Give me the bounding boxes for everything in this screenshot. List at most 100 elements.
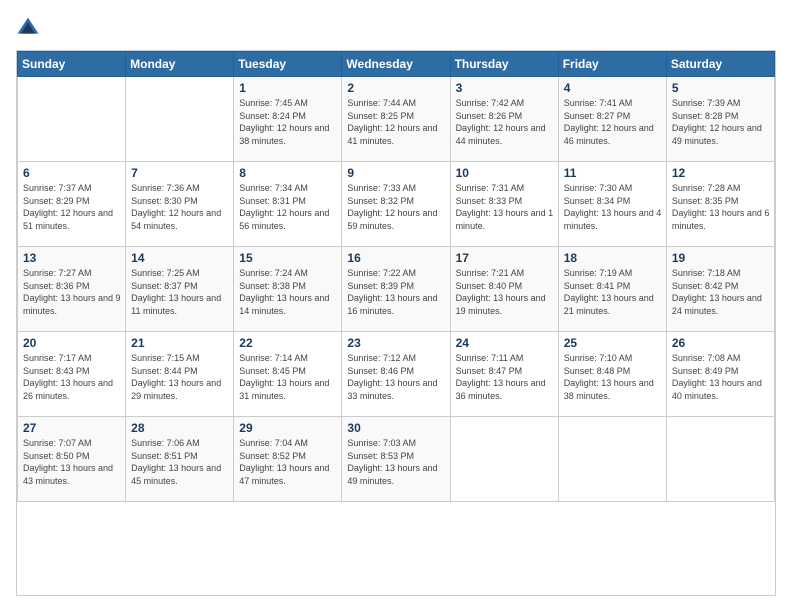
day-info: Sunrise: 7:39 AMSunset: 8:28 PMDaylight:… [672, 97, 770, 147]
day-number: 17 [456, 251, 554, 265]
day-cell: 10Sunrise: 7:31 AMSunset: 8:33 PMDayligh… [450, 162, 558, 247]
day-number: 25 [564, 336, 662, 350]
day-number: 13 [23, 251, 121, 265]
day-number: 29 [239, 421, 337, 435]
day-number: 9 [347, 166, 445, 180]
day-number: 2 [347, 81, 445, 95]
day-info: Sunrise: 7:08 AMSunset: 8:49 PMDaylight:… [672, 352, 770, 402]
day-info: Sunrise: 7:11 AMSunset: 8:47 PMDaylight:… [456, 352, 554, 402]
day-number: 15 [239, 251, 337, 265]
day-cell [450, 417, 558, 502]
day-info: Sunrise: 7:07 AMSunset: 8:50 PMDaylight:… [23, 437, 121, 487]
logo [16, 16, 44, 40]
day-cell: 30Sunrise: 7:03 AMSunset: 8:53 PMDayligh… [342, 417, 450, 502]
day-cell: 26 Sunrise: 7:08 AMSunset: 8:49 PMDayligh… [666, 332, 774, 417]
day-cell: 25 Sunrise: 7:10 AMSunset: 8:48 PMDayligh… [558, 332, 666, 417]
day-cell: 3Sunrise: 7:42 AMSunset: 8:26 PMDaylight… [450, 77, 558, 162]
day-number: 19 [672, 251, 770, 265]
day-cell: 20 Sunrise: 7:17 AMSunset: 8:43 PMDayligh… [18, 332, 126, 417]
day-info: Sunrise: 7:19 AMSunset: 8:41 PMDaylight:… [564, 267, 662, 317]
day-number: 22 [239, 336, 337, 350]
day-info: Sunrise: 7:14 AMSunset: 8:45 PMDaylight:… [239, 352, 337, 402]
week-row-3: 20 Sunrise: 7:17 AMSunset: 8:43 PMDayligh… [18, 332, 775, 417]
day-cell: 29 Sunrise: 7:04 AMSunset: 8:52 PMDayligh… [234, 417, 342, 502]
weekday-tuesday: Tuesday [234, 52, 342, 77]
day-info: Sunrise: 7:33 AMSunset: 8:32 PMDaylight:… [347, 182, 445, 232]
day-cell: 23Sunrise: 7:12 AMSunset: 8:46 PMDayligh… [342, 332, 450, 417]
week-row-4: 27 Sunrise: 7:07 AMSunset: 8:50 PMDayligh… [18, 417, 775, 502]
day-cell [18, 77, 126, 162]
day-info: Sunrise: 7:30 AMSunset: 8:34 PMDaylight:… [564, 182, 662, 232]
calendar: SundayMondayTuesdayWednesdayThursdayFrid… [16, 50, 776, 596]
day-number: 27 [23, 421, 121, 435]
day-info: Sunrise: 7:15 AMSunset: 8:44 PMDaylight:… [131, 352, 229, 402]
logo-icon [16, 16, 40, 40]
day-number: 20 [23, 336, 121, 350]
day-info: Sunrise: 7:17 AMSunset: 8:43 PMDaylight:… [23, 352, 121, 402]
day-cell [126, 77, 234, 162]
day-cell: 8Sunrise: 7:34 AMSunset: 8:31 PMDaylight… [234, 162, 342, 247]
weekday-header: SundayMondayTuesdayWednesdayThursdayFrid… [18, 52, 775, 77]
week-row-2: 13 Sunrise: 7:27 AMSunset: 8:36 PMDayligh… [18, 247, 775, 332]
week-row-1: 6 Sunrise: 7:37 AMSunset: 8:29 PMDaylight… [18, 162, 775, 247]
day-number: 18 [564, 251, 662, 265]
weekday-thursday: Thursday [450, 52, 558, 77]
day-info: Sunrise: 7:03 AMSunset: 8:53 PMDaylight:… [347, 437, 445, 487]
day-info: Sunrise: 7:42 AMSunset: 8:26 PMDaylight:… [456, 97, 554, 147]
day-info: Sunrise: 7:22 AMSunset: 8:39 PMDaylight:… [347, 267, 445, 317]
weekday-saturday: Saturday [666, 52, 774, 77]
day-cell: 27 Sunrise: 7:07 AMSunset: 8:50 PMDayligh… [18, 417, 126, 502]
day-info: Sunrise: 7:37 AMSunset: 8:29 PMDaylight:… [23, 182, 121, 232]
day-number: 7 [131, 166, 229, 180]
day-number: 11 [564, 166, 662, 180]
day-cell: 1Sunrise: 7:45 AMSunset: 8:24 PMDaylight… [234, 77, 342, 162]
day-info: Sunrise: 7:24 AMSunset: 8:38 PMDaylight:… [239, 267, 337, 317]
day-cell: 11 Sunrise: 7:30 AMSunset: 8:34 PMDayligh… [558, 162, 666, 247]
week-row-0: 1Sunrise: 7:45 AMSunset: 8:24 PMDaylight… [18, 77, 775, 162]
day-number: 23 [347, 336, 445, 350]
day-info: Sunrise: 7:28 AMSunset: 8:35 PMDaylight:… [672, 182, 770, 232]
day-cell: 24 Sunrise: 7:11 AMSunset: 8:47 PMDayligh… [450, 332, 558, 417]
day-cell: 4 Sunrise: 7:41 AMSunset: 8:27 PMDaylight… [558, 77, 666, 162]
day-cell [666, 417, 774, 502]
day-cell: 22 Sunrise: 7:14 AMSunset: 8:45 PMDayligh… [234, 332, 342, 417]
day-cell: 16Sunrise: 7:22 AMSunset: 8:39 PMDayligh… [342, 247, 450, 332]
day-info: Sunrise: 7:18 AMSunset: 8:42 PMDaylight:… [672, 267, 770, 317]
day-number: 26 [672, 336, 770, 350]
day-cell: 14 Sunrise: 7:25 AMSunset: 8:37 PMDayligh… [126, 247, 234, 332]
day-info: Sunrise: 7:06 AMSunset: 8:51 PMDaylight:… [131, 437, 229, 487]
day-number: 4 [564, 81, 662, 95]
day-number: 14 [131, 251, 229, 265]
day-number: 28 [131, 421, 229, 435]
day-number: 5 [672, 81, 770, 95]
day-cell: 19 Sunrise: 7:18 AMSunset: 8:42 PMDayligh… [666, 247, 774, 332]
page: SundayMondayTuesdayWednesdayThursdayFrid… [0, 0, 792, 612]
day-number: 21 [131, 336, 229, 350]
day-cell: 2 Sunrise: 7:44 AMSunset: 8:25 PMDaylight… [342, 77, 450, 162]
day-number: 24 [456, 336, 554, 350]
header [16, 16, 776, 40]
day-cell [558, 417, 666, 502]
day-cell: 15 Sunrise: 7:24 AMSunset: 8:38 PMDayligh… [234, 247, 342, 332]
day-info: Sunrise: 7:21 AMSunset: 8:40 PMDaylight:… [456, 267, 554, 317]
day-info: Sunrise: 7:44 AMSunset: 8:25 PMDaylight:… [347, 97, 445, 147]
weekday-sunday: Sunday [18, 52, 126, 77]
calendar-body: 1Sunrise: 7:45 AMSunset: 8:24 PMDaylight… [18, 77, 775, 502]
day-info: Sunrise: 7:25 AMSunset: 8:37 PMDaylight:… [131, 267, 229, 317]
day-cell: 13 Sunrise: 7:27 AMSunset: 8:36 PMDayligh… [18, 247, 126, 332]
day-info: Sunrise: 7:10 AMSunset: 8:48 PMDaylight:… [564, 352, 662, 402]
day-cell: 7 Sunrise: 7:36 AMSunset: 8:30 PMDaylight… [126, 162, 234, 247]
day-cell: 6 Sunrise: 7:37 AMSunset: 8:29 PMDaylight… [18, 162, 126, 247]
weekday-monday: Monday [126, 52, 234, 77]
day-cell: 18 Sunrise: 7:19 AMSunset: 8:41 PMDayligh… [558, 247, 666, 332]
day-info: Sunrise: 7:45 AMSunset: 8:24 PMDaylight:… [239, 97, 337, 147]
day-info: Sunrise: 7:36 AMSunset: 8:30 PMDaylight:… [131, 182, 229, 232]
day-info: Sunrise: 7:27 AMSunset: 8:36 PMDaylight:… [23, 267, 121, 317]
day-info: Sunrise: 7:04 AMSunset: 8:52 PMDaylight:… [239, 437, 337, 487]
day-number: 6 [23, 166, 121, 180]
day-info: Sunrise: 7:41 AMSunset: 8:27 PMDaylight:… [564, 97, 662, 147]
day-cell: 17 Sunrise: 7:21 AMSunset: 8:40 PMDayligh… [450, 247, 558, 332]
weekday-wednesday: Wednesday [342, 52, 450, 77]
day-info: Sunrise: 7:31 AMSunset: 8:33 PMDaylight:… [456, 182, 554, 232]
day-cell: 12Sunrise: 7:28 AMSunset: 8:35 PMDayligh… [666, 162, 774, 247]
